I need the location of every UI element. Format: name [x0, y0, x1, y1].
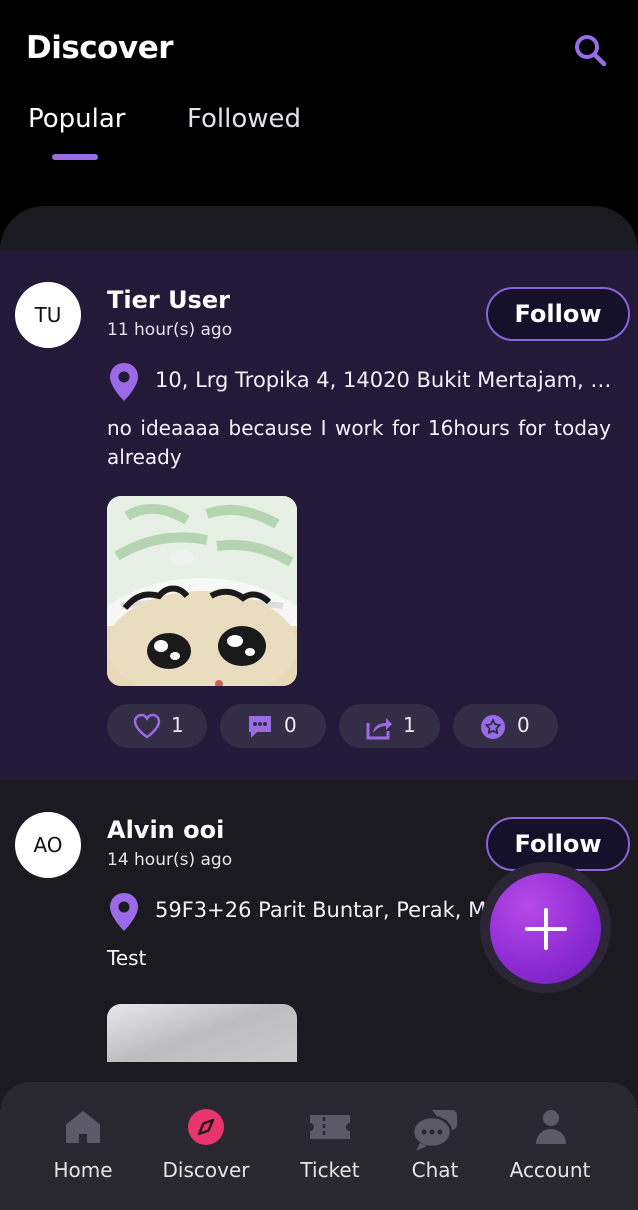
nav-discover-label: Discover: [162, 1158, 250, 1182]
avatar[interactable]: AO: [15, 812, 81, 878]
nav-ticket[interactable]: Ticket: [290, 1082, 370, 1210]
comment-icon: [249, 716, 271, 738]
post-text: no ideaaaa because I work for 16hours fo…: [107, 416, 611, 469]
comment-button[interactable]: 0: [220, 704, 326, 748]
app-header: Discover Popular Followed: [0, 0, 638, 210]
favorite-button[interactable]: 0: [453, 704, 558, 748]
search-icon: [575, 35, 607, 67]
nav-home[interactable]: Home: [43, 1082, 123, 1210]
post-location[interactable]: 59F3+26 Parit Buntar, Perak, Malaysia: [155, 898, 500, 922]
tab-popular[interactable]: Popular: [28, 104, 126, 134]
page-title: Discover: [26, 30, 174, 66]
home-icon: [66, 1111, 100, 1143]
post-username[interactable]: Alvin ooi: [107, 816, 224, 844]
like-count: 1: [171, 713, 184, 737]
location-pin-icon: [110, 893, 138, 931]
post-time: 14 hour(s) ago: [107, 850, 233, 870]
comment-count: 0: [284, 713, 297, 737]
chat-icon: [412, 1110, 457, 1151]
nav-ticket-label: Ticket: [300, 1158, 360, 1182]
post-location[interactable]: 10, Lrg Tropika 4, 14020 Bukit Mertajam,…: [155, 368, 615, 392]
avatar[interactable]: TU: [15, 282, 81, 348]
post-time: 11 hour(s) ago: [107, 320, 233, 340]
nav-chat-label: Chat: [411, 1158, 459, 1182]
post-photo[interactable]: [107, 1004, 297, 1062]
nav-chat[interactable]: Chat: [395, 1082, 475, 1210]
compass-icon: [188, 1109, 224, 1145]
create-post-button[interactable]: [490, 873, 601, 984]
follow-button[interactable]: Follow: [486, 287, 630, 341]
nav-account-label: Account: [509, 1158, 591, 1182]
favorite-count: 0: [517, 713, 530, 737]
post-photo[interactable]: [107, 496, 297, 686]
star-badge-icon: [481, 715, 505, 739]
search-button[interactable]: [570, 30, 610, 70]
nav-home-label: Home: [53, 1158, 113, 1182]
heart-icon: [133, 713, 161, 739]
bottom-navigation: Home Discover Ticket Chat Account: [0, 1082, 638, 1210]
location-pin-icon: [110, 363, 138, 401]
plus-icon: [524, 907, 567, 950]
ticket-icon: [310, 1115, 350, 1139]
account-icon: [536, 1110, 566, 1144]
active-tab-indicator: [52, 154, 98, 160]
like-button[interactable]: 1: [107, 704, 207, 748]
nav-discover[interactable]: Discover: [156, 1082, 256, 1210]
tab-followed[interactable]: Followed: [187, 104, 301, 134]
share-count: 1: [403, 713, 416, 737]
share-button[interactable]: 1: [339, 704, 440, 748]
share-icon: [366, 718, 392, 740]
post-username[interactable]: Tier User: [107, 286, 230, 314]
post-card[interactable]: TU Tier User 11 hour(s) ago Follow 10, L…: [0, 250, 638, 780]
nav-account[interactable]: Account: [500, 1082, 600, 1210]
